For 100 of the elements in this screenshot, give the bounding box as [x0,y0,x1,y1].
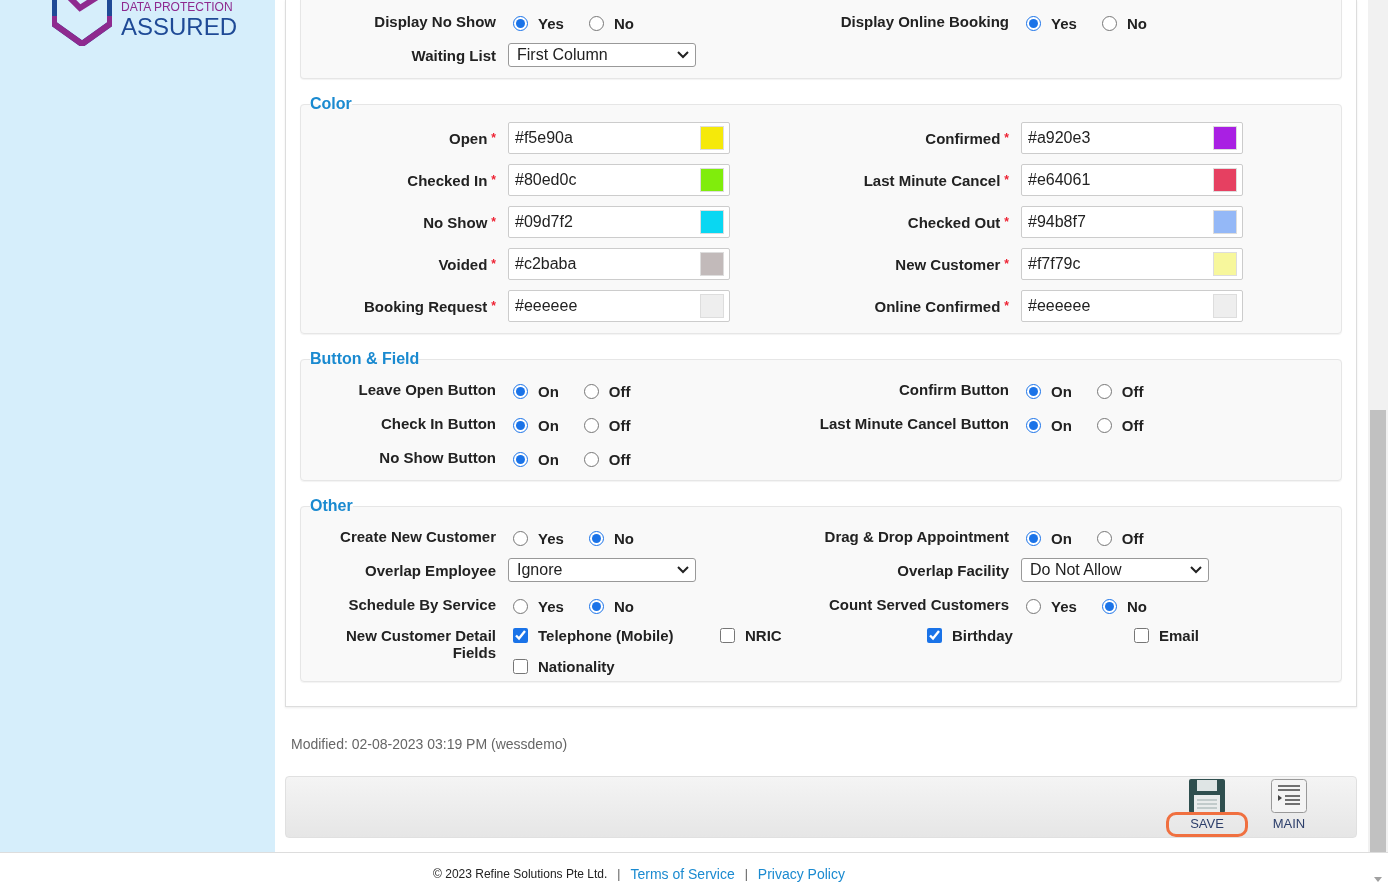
modified-info: Modified: 02-08-2023 03:19 PM (wessdemo) [291,736,569,752]
color-input-field[interactable]: #e64061 [1021,164,1243,196]
option-label: Off [608,450,631,468]
field-label: Last Minute Cancel Button [819,414,1009,432]
field-label: Drag & Drop Appointment [824,527,1009,545]
color-swatch[interactable] [700,210,724,234]
color-input-field[interactable]: #f7f79c [1021,248,1243,280]
color-swatch[interactable] [1213,168,1237,192]
field-label: Overlap Facility [897,561,1009,579]
separator: | [744,866,748,881]
scroll-down-arrow-icon[interactable] [1374,877,1382,882]
radio-button[interactable] [1096,383,1112,399]
radio-button[interactable] [583,383,599,399]
field-label: Create New Customer [340,527,496,545]
radio-button[interactable] [513,417,528,433]
footer-link[interactable]: Privacy Policy [757,865,845,882]
required-mark: * [1004,256,1009,271]
field-label: New Customer Detail Fields [345,627,496,661]
radio-button[interactable] [513,15,528,31]
radio-button[interactable] [1026,598,1041,614]
dropdown[interactable]: First Column [508,43,696,67]
radio-button[interactable] [583,451,599,467]
separator: | [617,866,621,881]
required-mark: * [491,298,496,313]
radio-button[interactable] [1101,15,1117,31]
radio-button[interactable] [1096,530,1112,546]
option-label: Yes [538,597,564,615]
color-swatch[interactable] [1213,252,1237,276]
color-swatch[interactable] [1213,126,1237,150]
option-label: Birthday [952,627,1013,644]
field-label: Open [449,129,488,147]
radio-button[interactable] [513,598,528,614]
field-label: Leave Open Button [358,380,496,398]
color-swatch[interactable] [1213,210,1237,234]
option-label: On [538,450,559,468]
option-label: Telephone (Mobile) [538,627,674,644]
radio-button[interactable] [588,530,604,546]
radio-button[interactable] [588,598,604,614]
field-label: Display No Show [374,12,496,30]
checkbox[interactable] [513,628,528,643]
checkbox[interactable] [720,628,735,643]
radio-button[interactable] [513,530,528,546]
required-mark: * [1004,130,1009,145]
radio-button[interactable] [1026,15,1041,31]
radio-button[interactable] [1026,530,1041,546]
option-label: No [613,597,634,615]
dropdown[interactable]: Do Not Allow [1021,558,1209,582]
toolbar-button[interactable]: SAVE [1166,777,1248,837]
required-mark: * [491,256,496,271]
radio-button[interactable] [1026,417,1041,433]
field-label: Schedule By Service [348,595,496,613]
chevron-down-icon [677,51,689,59]
chevron-down-icon [1190,566,1202,574]
option-label: Off [608,416,631,434]
checkbox[interactable] [513,659,528,674]
radio-button[interactable] [1101,598,1117,614]
field-label: Overlap Employee [365,561,496,579]
color-swatch[interactable] [700,126,724,150]
radio-button[interactable] [588,15,604,31]
radio-button[interactable] [583,417,599,433]
option-label: On [538,382,559,400]
scrollbar-thumb[interactable] [1370,410,1386,852]
color-swatch[interactable] [700,252,724,276]
color-swatch[interactable] [1213,294,1237,318]
option-label: On [1051,529,1072,547]
color-input-field[interactable]: #80ed0c [508,164,730,196]
color-input-field[interactable]: #94b8f7 [1021,206,1243,238]
field-label: Count Served Customers [828,595,1009,613]
option-label: Off [608,382,631,400]
color-input-field[interactable]: #a920e3 [1021,122,1243,154]
logo-tagline: DATA PROTECTION [121,0,234,14]
checkbox[interactable] [1134,628,1149,643]
field-label: Voided [438,255,488,273]
field-label: New Customer [895,255,1001,273]
color-input-field[interactable]: #eeeeee [1021,290,1243,322]
field-label: Checked Out [907,213,1001,231]
required-mark: * [491,130,496,145]
radio-button[interactable] [513,383,528,399]
checkbox[interactable] [927,628,942,643]
color-swatch[interactable] [700,294,724,318]
logo-wordmark: ASSURED [121,14,238,40]
field-label: Booking Request [364,297,488,315]
footer-link[interactable]: Terms of Service [630,865,735,882]
radio-button[interactable] [1026,383,1041,399]
toolbar-button[interactable]: MAIN [1248,777,1330,837]
color-input-field[interactable]: #f5e90a [508,122,730,154]
radio-button[interactable] [513,451,528,467]
field-label: Check In Button [381,414,496,432]
field-label: Confirm Button [899,380,1009,398]
color-input-field[interactable]: #09d7f2 [508,206,730,238]
field-label: Online Confirmed [874,297,1001,315]
color-input-field[interactable]: #c2baba [508,248,730,280]
required-mark: * [1004,172,1009,187]
color-input-field[interactable]: #eeeeee [508,290,730,322]
color-swatch[interactable] [700,168,724,192]
list-indent-icon [1271,779,1307,813]
radio-button[interactable] [1096,417,1112,433]
section-legend: Color [310,95,352,113]
required-mark: * [1004,214,1009,229]
dropdown[interactable]: Ignore [508,558,696,582]
